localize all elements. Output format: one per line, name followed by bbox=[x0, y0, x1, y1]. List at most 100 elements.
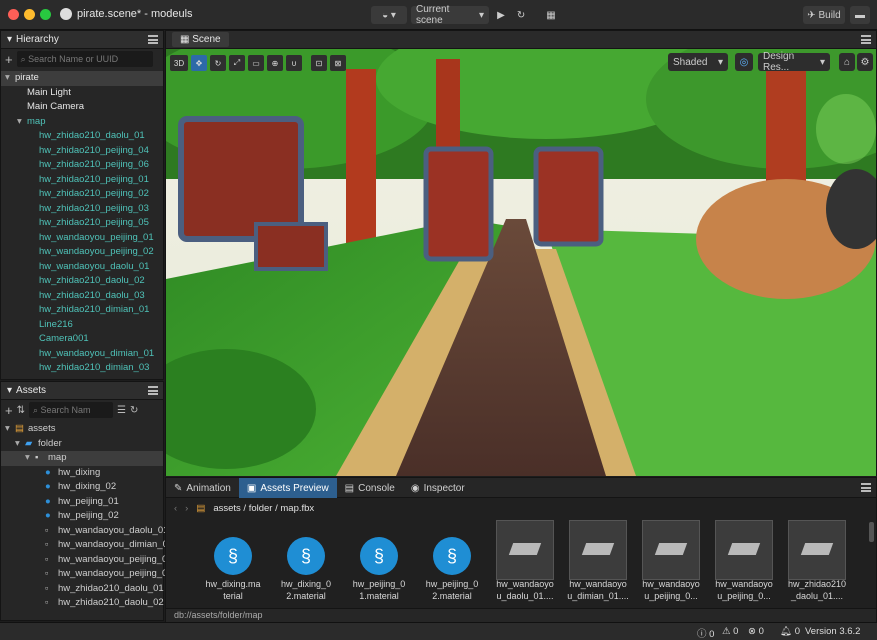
hierarchy-collapse-icon[interactable]: ▾ bbox=[7, 34, 12, 45]
asset-node[interactable]: ▫ hw_wandaoyou_daolu_01 bbox=[1, 524, 168, 539]
sort-icon[interactable]: ⇅ bbox=[17, 405, 25, 416]
minimize-window-button[interactable] bbox=[24, 9, 35, 20]
asset-thumbnail[interactable]: § bbox=[423, 520, 481, 580]
build-button[interactable]: ✈ Build bbox=[803, 6, 845, 24]
transform-tool-icon[interactable]: ⊕ bbox=[267, 55, 283, 71]
tree-arrow-icon[interactable]: ▾ bbox=[25, 451, 35, 466]
hierarchy-node[interactable]: Main Camera bbox=[1, 100, 163, 115]
asset-thumbnail[interactable] bbox=[788, 520, 846, 580]
error-count[interactable]: ⊗ 0 bbox=[748, 626, 764, 637]
pivot-icon[interactable]: ⊡ bbox=[311, 55, 327, 71]
rect-tool-icon[interactable]: ▭ bbox=[248, 55, 264, 71]
asset-node[interactable]: ● hw_dixing bbox=[1, 466, 163, 481]
snap-icon[interactable]: ∪ bbox=[286, 55, 302, 71]
hierarchy-node[interactable]: hw_wandaoyou_daolu_01 bbox=[1, 260, 163, 275]
hierarchy-node[interactable]: ▾ pirate bbox=[1, 71, 163, 86]
refresh-icon[interactable]: ↻ bbox=[513, 6, 529, 24]
hierarchy-node[interactable]: hw_zhidao210_peijing_06 bbox=[1, 158, 163, 173]
asset-thumbnail[interactable]: § bbox=[277, 520, 335, 580]
hierarchy-node[interactable]: hw_wandaoyou_dimian_01 bbox=[1, 347, 163, 362]
tree-arrow-icon[interactable]: ▾ bbox=[5, 422, 15, 437]
bottom-menu-icon[interactable] bbox=[861, 483, 871, 492]
asset-thumbnail[interactable]: § bbox=[350, 520, 408, 580]
zoom-window-button[interactable] bbox=[40, 9, 51, 20]
tree-arrow-icon[interactable]: ▾ bbox=[15, 437, 25, 452]
tab-console[interactable]: ▤ Console bbox=[337, 478, 403, 498]
tab-animation[interactable]: ✎ Animation bbox=[166, 478, 239, 498]
asset-thumbnail[interactable] bbox=[496, 520, 554, 580]
assets-search-input[interactable]: ⌕ Search Nam bbox=[28, 402, 113, 418]
asset-thumbnail[interactable]: § bbox=[204, 520, 262, 580]
hierarchy-node[interactable]: hw_wandaoyou_peijing_02 bbox=[1, 245, 163, 260]
asset-node[interactable]: ● hw_peijing_02 bbox=[1, 509, 163, 524]
light-toggle-icon[interactable]: ◎ bbox=[735, 53, 753, 71]
info-count[interactable]: ⓘ 0 bbox=[697, 626, 714, 640]
database-icon: ▤ bbox=[196, 502, 206, 514]
asset-node[interactable]: ▾ ▰ folder bbox=[1, 437, 163, 452]
assets-menu-icon[interactable] bbox=[148, 386, 158, 395]
tab-inspector[interactable]: ◉ Inspector bbox=[403, 478, 473, 498]
scene-viewport[interactable] bbox=[166, 49, 876, 476]
preview-scrollbar[interactable] bbox=[869, 522, 874, 542]
hierarchy-node[interactable]: hw_zhidao210_dimian_03 bbox=[1, 361, 163, 376]
camera-icon[interactable]: ⌂ bbox=[839, 53, 855, 71]
asset-path[interactable]: assets / folder / map.fbx bbox=[213, 503, 314, 514]
folder-icon[interactable]: ▬ bbox=[850, 6, 870, 24]
assets-collapse-icon[interactable]: ▾ bbox=[7, 385, 12, 396]
hierarchy-node[interactable]: hw_zhidao210_daolu_03 bbox=[1, 289, 163, 304]
asset-node[interactable]: ▫ hw_zhidao210_daolu_02 bbox=[1, 596, 164, 611]
scene-menu-icon[interactable] bbox=[861, 35, 871, 44]
asset-node[interactable]: ▾ ▪ map bbox=[1, 451, 163, 466]
tab-scene[interactable]: ▦ Scene bbox=[172, 32, 229, 47]
hierarchy-node[interactable]: hw_zhidao210_daolu_02 bbox=[1, 274, 163, 289]
asset-node[interactable]: ▫ hw_wandaoyou_peijing_01 bbox=[1, 553, 173, 568]
add-node-icon[interactable]: + bbox=[5, 52, 13, 67]
close-window-button[interactable] bbox=[8, 9, 19, 20]
forward-icon[interactable]: › bbox=[185, 503, 188, 514]
hierarchy-node[interactable]: hw_zhidao210_peijing_01 bbox=[1, 173, 163, 188]
hierarchy-search-input[interactable]: ⌕ Search Name or UUID bbox=[16, 51, 153, 67]
hierarchy-node[interactable]: hw_wandaoyou_peijing_01 bbox=[1, 231, 163, 246]
tree-arrow-icon[interactable]: ▾ bbox=[17, 115, 27, 130]
asset-node[interactable]: ▫ hw_zhidao210_daolu_01 bbox=[1, 582, 164, 597]
hierarchy-menu-icon[interactable] bbox=[148, 35, 158, 44]
hierarchy-node[interactable]: hw_zhidao210_peijing_03 bbox=[1, 202, 163, 217]
add-asset-icon[interactable]: + bbox=[5, 403, 13, 418]
asset-node[interactable]: ▾ ▤ assets bbox=[1, 422, 163, 437]
asset-node[interactable]: ● hw_dixing_02 bbox=[1, 480, 163, 495]
shading-select[interactable]: Shaded ▾ bbox=[668, 53, 728, 71]
hierarchy-node[interactable]: Line216 bbox=[1, 318, 163, 333]
hierarchy-node[interactable]: ▾ map bbox=[1, 115, 163, 130]
hierarchy-node[interactable]: Camera001 bbox=[1, 332, 163, 347]
hierarchy-node[interactable]: hw_zhidao210_peijing_04 bbox=[1, 144, 163, 159]
back-icon[interactable]: ‹ bbox=[174, 503, 177, 514]
hierarchy-node[interactable]: hw_zhidao210_dimian_01 bbox=[1, 303, 163, 318]
asset-thumbnail[interactable] bbox=[642, 520, 700, 580]
notification-count[interactable]: 🔔︎ 0 bbox=[780, 626, 800, 637]
warning-count[interactable]: ⚠ 0 bbox=[722, 626, 738, 637]
rotate-tool-icon[interactable]: ↻ bbox=[210, 55, 226, 71]
asset-thumbnail[interactable] bbox=[569, 520, 627, 580]
toggle-3d-button[interactable]: 3D bbox=[170, 55, 188, 71]
move-tool-icon[interactable]: ✥ bbox=[191, 55, 207, 71]
settings-icon[interactable]: ⚙ bbox=[857, 53, 873, 71]
scale-tool-icon[interactable]: ⤢ bbox=[229, 55, 245, 71]
hierarchy-node[interactable]: hw_zhidao210_peijing_05 bbox=[1, 216, 163, 231]
assets-refresh-icon[interactable]: ↻ bbox=[130, 405, 138, 416]
hierarchy-node[interactable]: Main Light bbox=[1, 86, 163, 101]
tree-arrow-icon[interactable]: ▾ bbox=[5, 71, 15, 86]
asset-node[interactable]: ▫ hw_wandaoyou_peijing_02 bbox=[1, 567, 173, 582]
asset-thumbnail[interactable] bbox=[715, 520, 773, 580]
platform-select[interactable]: ◒ ▾ bbox=[371, 6, 407, 24]
hierarchy-node[interactable]: hw_zhidao210_daolu_01 bbox=[1, 129, 163, 144]
asset-node[interactable]: ▫ hw_wandaoyou_dimian_01 bbox=[1, 538, 173, 553]
resolution-select[interactable]: Design Res... ▾ bbox=[758, 51, 830, 73]
play-icon[interactable]: ▶ bbox=[493, 6, 509, 24]
collapse-all-icon[interactable]: ☰ bbox=[117, 405, 126, 416]
grid-icon[interactable]: ▦ bbox=[543, 6, 559, 24]
hierarchy-node[interactable]: hw_zhidao210_peijing_02 bbox=[1, 187, 163, 202]
coordinate-icon[interactable]: ⊠ bbox=[330, 55, 346, 71]
tab-assets-preview[interactable]: ▣ Assets Preview bbox=[238, 478, 337, 498]
scene-select[interactable]: Current scene ▾ bbox=[411, 4, 489, 26]
asset-node[interactable]: ● hw_peijing_01 bbox=[1, 495, 163, 510]
